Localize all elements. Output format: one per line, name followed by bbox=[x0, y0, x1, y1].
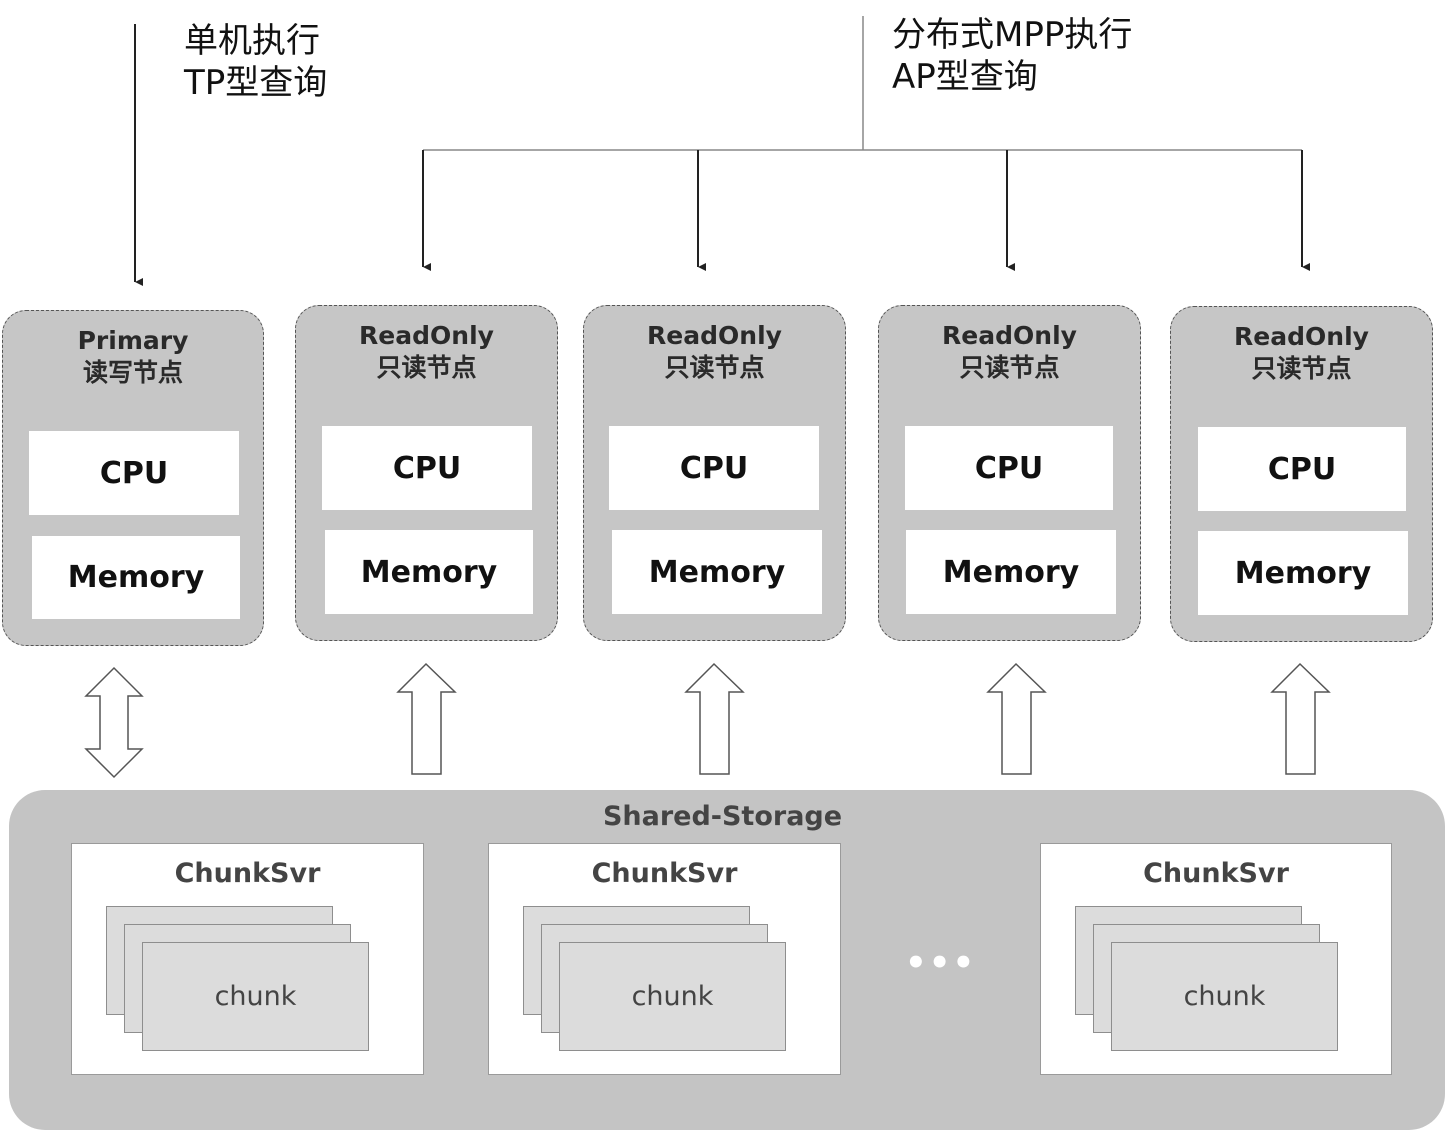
chunk-server-title: ChunkSvr bbox=[1143, 858, 1289, 889]
readonly-node-2: ReadOnly 只读节点 CPU Memory bbox=[583, 305, 846, 641]
node-title: ReadOnly 只读节点 bbox=[1234, 322, 1369, 383]
up-block-arrow-4 bbox=[1270, 662, 1331, 775]
shared-storage-title: Shared-Storage bbox=[602, 801, 843, 832]
more-servers-ellipsis: ••• bbox=[905, 943, 977, 983]
cpu-box: CPU bbox=[1198, 427, 1406, 511]
node-title: ReadOnly 只读节点 bbox=[647, 321, 782, 382]
tp-label-line2: TP型查询 bbox=[184, 63, 328, 103]
node-title: ReadOnly 只读节点 bbox=[359, 321, 494, 382]
chunk-server-title: ChunkSvr bbox=[174, 858, 321, 889]
readonly-node-4: ReadOnly 只读节点 CPU Memory bbox=[1170, 306, 1433, 642]
memory-box: Memory bbox=[1198, 531, 1408, 615]
primary-node: Primary 读写节点 CPU Memory bbox=[2, 310, 264, 646]
chunk-block: chunk bbox=[559, 942, 786, 1051]
tp-query-label: 单机执行 TP型查询 bbox=[184, 20, 327, 104]
up-block-arrow-2 bbox=[684, 662, 745, 775]
ap-label-line1: 分布式MPP执行 bbox=[892, 15, 1133, 55]
cpu-box: CPU bbox=[609, 426, 819, 510]
readonly-node-3: ReadOnly 只读节点 CPU Memory bbox=[878, 305, 1141, 641]
node-title: ReadOnly 只读节点 bbox=[942, 321, 1077, 382]
cpu-box: CPU bbox=[29, 431, 239, 515]
up-block-arrow-1 bbox=[396, 662, 457, 775]
memory-box: Memory bbox=[906, 530, 1116, 614]
chunk-server-1: ChunkSvr chunk bbox=[71, 843, 424, 1075]
memory-box: Memory bbox=[612, 530, 822, 614]
bidirectional-block-arrow bbox=[84, 666, 144, 779]
readonly-node-1: ReadOnly 只读节点 CPU Memory bbox=[295, 305, 558, 641]
memory-box: Memory bbox=[32, 536, 240, 619]
cpu-box: CPU bbox=[322, 426, 532, 510]
ap-query-label: 分布式MPP执行 AP型查询 bbox=[892, 14, 1132, 98]
chunk-block: chunk bbox=[1111, 942, 1338, 1051]
up-block-arrow-3 bbox=[986, 662, 1047, 775]
chunk-server-title: ChunkSvr bbox=[591, 858, 738, 889]
chunk-server-3: ChunkSvr chunk bbox=[1040, 843, 1392, 1075]
tp-label-line1: 单机执行 bbox=[184, 21, 320, 61]
memory-box: Memory bbox=[325, 530, 533, 614]
ap-label-line2: AP型查询 bbox=[892, 57, 1038, 97]
cpu-box: CPU bbox=[905, 426, 1113, 510]
chunk-server-2: ChunkSvr chunk bbox=[488, 843, 841, 1075]
chunk-block: chunk bbox=[142, 942, 369, 1051]
node-title: Primary 读写节点 bbox=[77, 326, 189, 387]
